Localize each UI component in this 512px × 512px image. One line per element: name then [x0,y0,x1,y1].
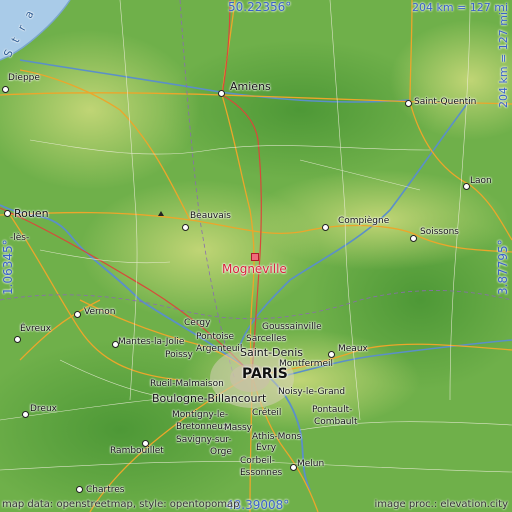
city-meaux: Meaux [338,344,368,354]
city-combault: Combault [314,417,358,427]
city-marker-soissons [410,235,417,242]
scale-horizontal: 204 km = 127 mi [412,1,509,14]
city-marker-evreux [14,336,21,343]
city-dreux: Dreux [30,404,57,414]
city-rueil: Rueil-Malmaison [150,379,224,389]
city-evry: Évry [256,443,277,453]
attribution-image-proc[interactable]: image proc.: elevation.city [375,499,509,510]
city-saint-quentin: Saint-Quentin [414,97,477,107]
city-goussainville: Goussainville [262,322,322,332]
city-noisy: Noisy-le-Grand [278,387,346,397]
city-dieppe: Dieppe [8,73,40,83]
city-marker-vernon [74,311,81,318]
city-laon: Laon [470,176,492,186]
city-marker-dreux [22,411,29,418]
city-compiegne: Compiègne [338,216,390,226]
city-marker-rouen [4,210,11,217]
city-corbeil: Corbeil- [240,456,275,466]
city-marker-chartres [76,486,83,493]
city-rouen: Rouen [14,207,49,220]
city-vernon: Vernon [84,307,116,317]
city-soissons: Soissons [420,227,459,237]
city-marker-dieppe [2,86,9,93]
map-view[interactable]: Amiens Dieppe Saint-Quentin Laon Rouen -… [0,0,512,512]
city-boulogne: Boulogne-Billancourt [152,392,267,405]
city-amiens: Amiens [230,80,271,93]
city-sarcelles: Sarcelles [246,334,287,344]
city-pontoise: Pontoise [196,332,235,342]
city-pontault: Pontault- [312,405,353,415]
city-beauvais: Beauvais [190,211,231,221]
city-montigny: Montigny-le- [172,410,229,420]
city-marker-compiegne [322,224,329,231]
city-marker-melun [290,464,297,471]
city-savigny: Savigny-sur- [176,435,232,445]
city-melun: Melun [297,459,325,469]
city-mantes: Mantes-la-Jolie [118,337,185,347]
city-orge: Orge [210,447,232,457]
city-evreux: Évreux [20,324,52,334]
highlight-location-marker[interactable] [251,253,259,261]
city-saint-denis: Saint-Denis [240,346,304,359]
highlight-location-label: Mogneville [222,262,287,276]
city-creteil: Créteil [252,408,282,418]
city-marker-mantes [112,341,119,348]
latitude-top: 50.22356° [228,0,292,14]
longitude-right: 3.87795° [496,239,510,295]
scale-vertical: 204 km = 127 mi [497,11,510,108]
city-cergy: Cergy [184,318,211,328]
city-rambouillet: Rambouillet [110,446,164,456]
longitude-left: 1.06345° [1,239,15,295]
city-essonnes: Essonnes [240,468,283,478]
city-argenteuil: Argenteuil [196,344,243,354]
city-marker-laon [463,183,470,190]
city-marker-saint-quentin [405,100,412,107]
city-marker-beauvais [182,224,189,231]
city-marker-rambouillet [142,440,149,447]
city-massy: Massy [224,423,252,433]
city-marker-amiens [218,90,225,97]
city-paris: PARIS [242,366,288,382]
city-athis: Athis-Mons [252,432,302,442]
city-marker-meaux [328,351,335,358]
city-bretonneux: Bretonneux [176,422,229,432]
attribution-map-data[interactable]: map data: openstreetmap, style: opentopo… [2,499,239,510]
city-chartres: Chartres [86,485,125,495]
city-poissy: Poissy [165,350,193,360]
